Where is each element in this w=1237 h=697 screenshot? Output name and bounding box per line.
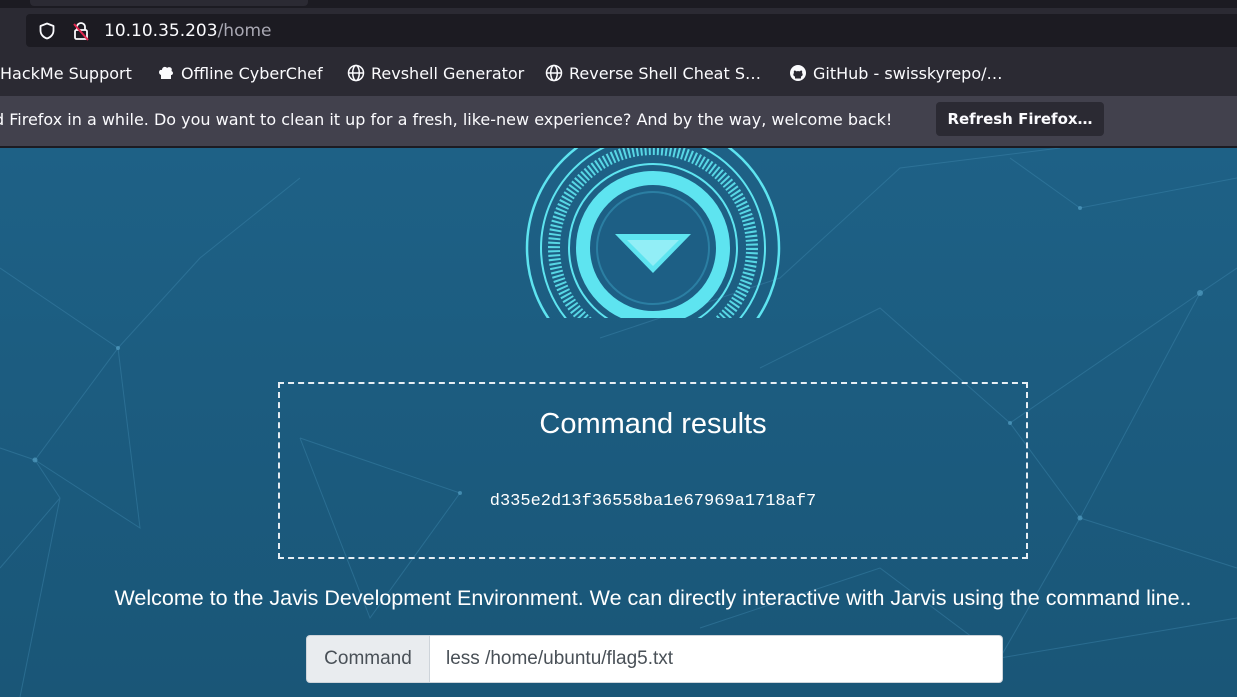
bookmarks-toolbar: HackMe Support Offline CyberChef Revshel… xyxy=(0,52,1237,96)
notification-message: d Firefox in a while. Do you want to cle… xyxy=(0,110,893,129)
refresh-firefox-notification: d Firefox in a while. Do you want to cle… xyxy=(0,96,1237,148)
bookmark-label: HackMe Support xyxy=(0,64,132,83)
github-icon xyxy=(790,65,806,81)
page-content: Command results d335e2d13f36558ba1e67969… xyxy=(0,148,1237,697)
shield-icon[interactable] xyxy=(38,22,56,40)
command-label: Command xyxy=(306,635,430,683)
bookmark-reverse-shell-cheatsheet[interactable]: Reverse Shell Cheat S… xyxy=(545,63,761,85)
command-output: d335e2d13f36558ba1e67969a1718af7 xyxy=(489,492,817,511)
bookmark-label: Revshell Generator xyxy=(371,64,525,83)
insecure-lock-icon[interactable] xyxy=(72,21,90,41)
command-input-group: Command xyxy=(306,635,1003,683)
globe-icon xyxy=(545,64,563,82)
tab-strip xyxy=(0,0,1237,8)
chef-hat-icon xyxy=(159,66,173,79)
globe-icon xyxy=(347,64,365,82)
bookmark-github-swisskyrepo[interactable]: GitHub - swisskyrepo/… xyxy=(789,63,1003,85)
bookmark-revshell-generator[interactable]: Revshell Generator xyxy=(347,63,524,85)
navigation-toolbar: 10.10.35.203/home xyxy=(0,8,1237,52)
command-results-panel: Command results d335e2d13f36558ba1e67969… xyxy=(278,382,1028,559)
bookmark-offline-cyberchef[interactable]: Offline CyberChef xyxy=(157,63,323,85)
bookmark-label: Reverse Shell Cheat S… xyxy=(569,64,761,83)
command-input[interactable] xyxy=(429,635,1003,683)
refresh-firefox-button[interactable]: Refresh Firefox… xyxy=(936,102,1104,136)
results-heading: Command results xyxy=(539,408,767,440)
bookmark-label: GitHub - swisskyrepo/… xyxy=(813,64,1003,83)
url-host: 10.10.35.203 xyxy=(104,21,218,41)
bookmark-tryhackme-support[interactable]: HackMe Support xyxy=(0,63,132,85)
active-tab-edge[interactable] xyxy=(30,0,308,6)
jarvis-logo-icon xyxy=(525,148,781,318)
address-bar[interactable]: 10.10.35.203/home xyxy=(26,14,1237,47)
welcome-message: Welcome to the Javis Development Environ… xyxy=(114,586,1192,610)
url-text[interactable]: 10.10.35.203/home xyxy=(104,21,271,41)
bookmark-label: Offline CyberChef xyxy=(181,64,323,83)
url-path: /home xyxy=(217,21,272,41)
